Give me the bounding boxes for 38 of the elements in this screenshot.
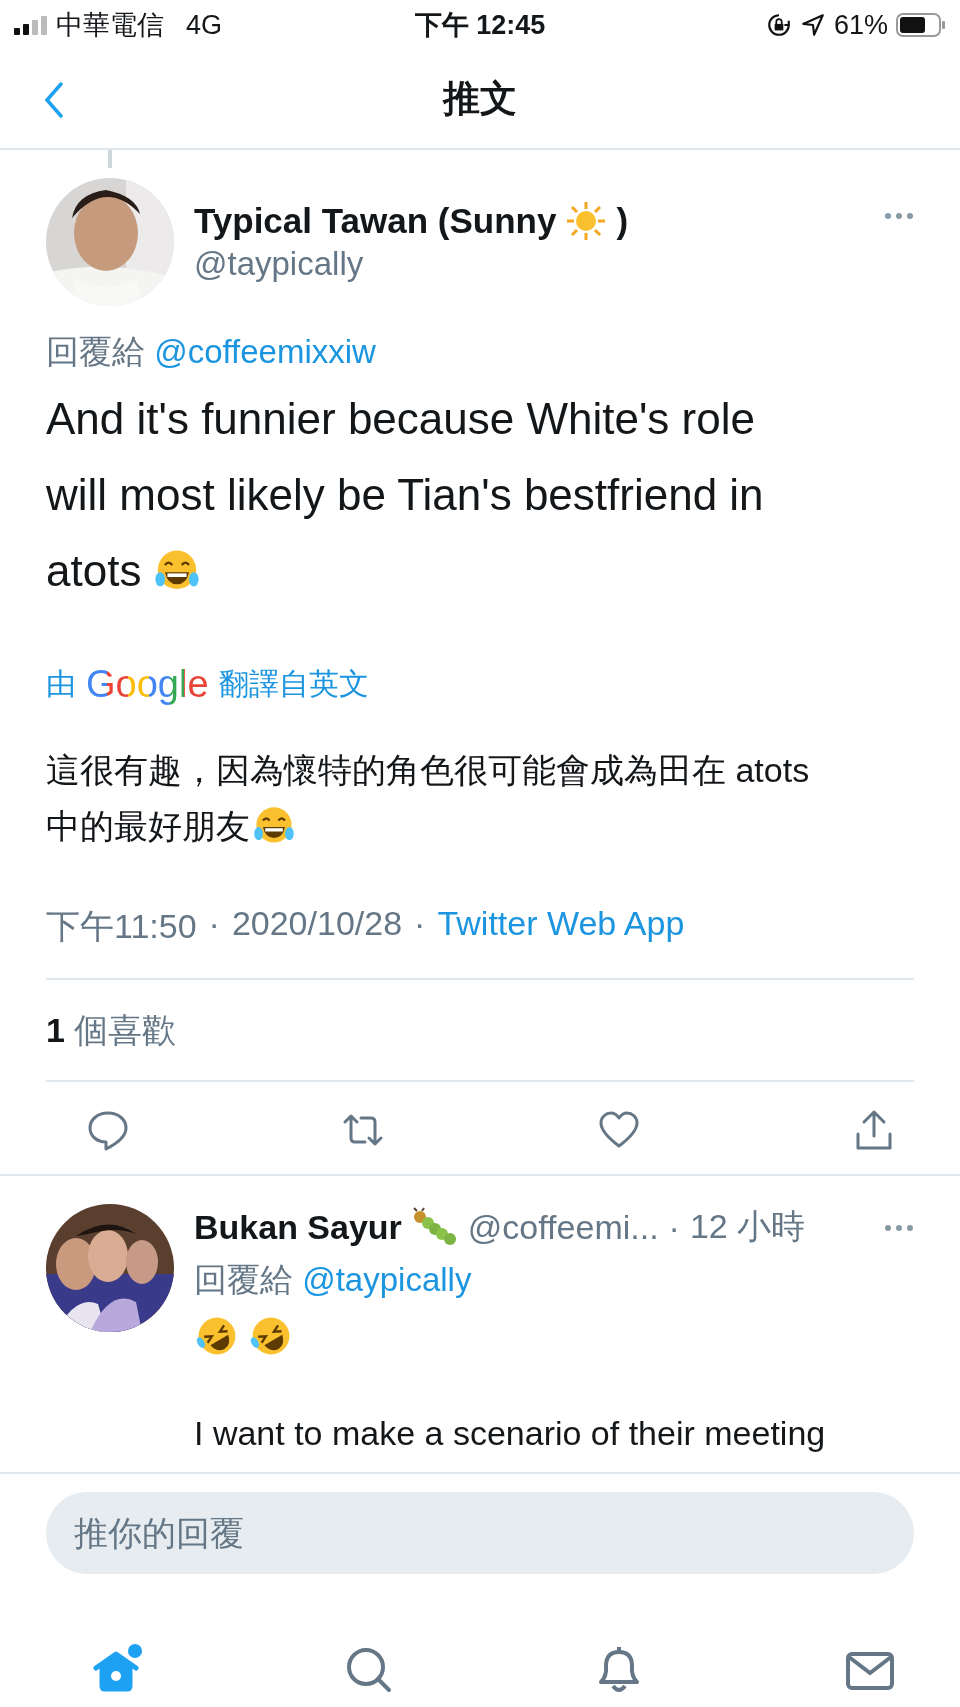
translated-text-line: 這很有趣，因為懷特的角色很可能會成為田在 atots	[46, 750, 810, 791]
like-label: 個喜歡	[74, 1011, 177, 1049]
tweet-date: 2020/10/28	[231, 904, 403, 944]
caterpillar-icon	[411, 1207, 458, 1247]
like-count: 1	[46, 1011, 65, 1049]
network-label: 4G	[186, 9, 223, 41]
reply-age: 12 小時	[689, 1206, 806, 1247]
status-time: 下午 12:45	[414, 9, 546, 42]
translated-text-line: 中的最好朋友	[46, 806, 250, 847]
location-arrow-icon	[799, 12, 826, 38]
mention-link[interactable]: @taypically	[302, 1261, 472, 1298]
signal-icon	[14, 15, 48, 35]
reply-label: 回覆給	[46, 333, 145, 370]
page-title: 推文	[443, 77, 517, 121]
tweet-time: 下午11:50	[46, 906, 197, 947]
reply-label: 回覆給	[194, 1261, 293, 1298]
reply-text: I want to make a scenario of their meeting	[194, 1413, 827, 1454]
separator-dot: ·	[414, 904, 426, 944]
author-name-suffix: )	[616, 201, 629, 241]
author-name: Typical Tawan (Sunny	[194, 201, 557, 241]
author-name: Bukan Sayur	[194, 1207, 402, 1247]
separator-dot: ·	[208, 904, 220, 944]
battery-percent: 61%	[833, 9, 888, 41]
separator-dot: ·	[668, 1207, 680, 1247]
author-handle: @taypically	[194, 245, 365, 283]
reply-input-field[interactable]: 推你的回覆	[46, 1492, 914, 1574]
author-handle: @coffeemi...	[467, 1207, 659, 1247]
rotation-lock-icon	[765, 12, 792, 38]
source-link[interactable]: Twitter Web App	[437, 904, 685, 950]
translation-source-label[interactable]: 翻譯自英文	[218, 664, 369, 705]
carrier-label: 中華電信	[56, 9, 164, 42]
tweet-text-line: And it's funnier because White's role	[46, 393, 755, 445]
mention-link[interactable]: @coffeemixxiw	[154, 333, 376, 370]
tweet-text-line: will most likely be Tian's bestfriend in	[46, 469, 764, 521]
sun-icon	[566, 201, 607, 241]
translation-prefix: 由	[46, 666, 76, 702]
tweet-text-line: atots	[46, 545, 142, 597]
battery-icon	[896, 13, 946, 37]
